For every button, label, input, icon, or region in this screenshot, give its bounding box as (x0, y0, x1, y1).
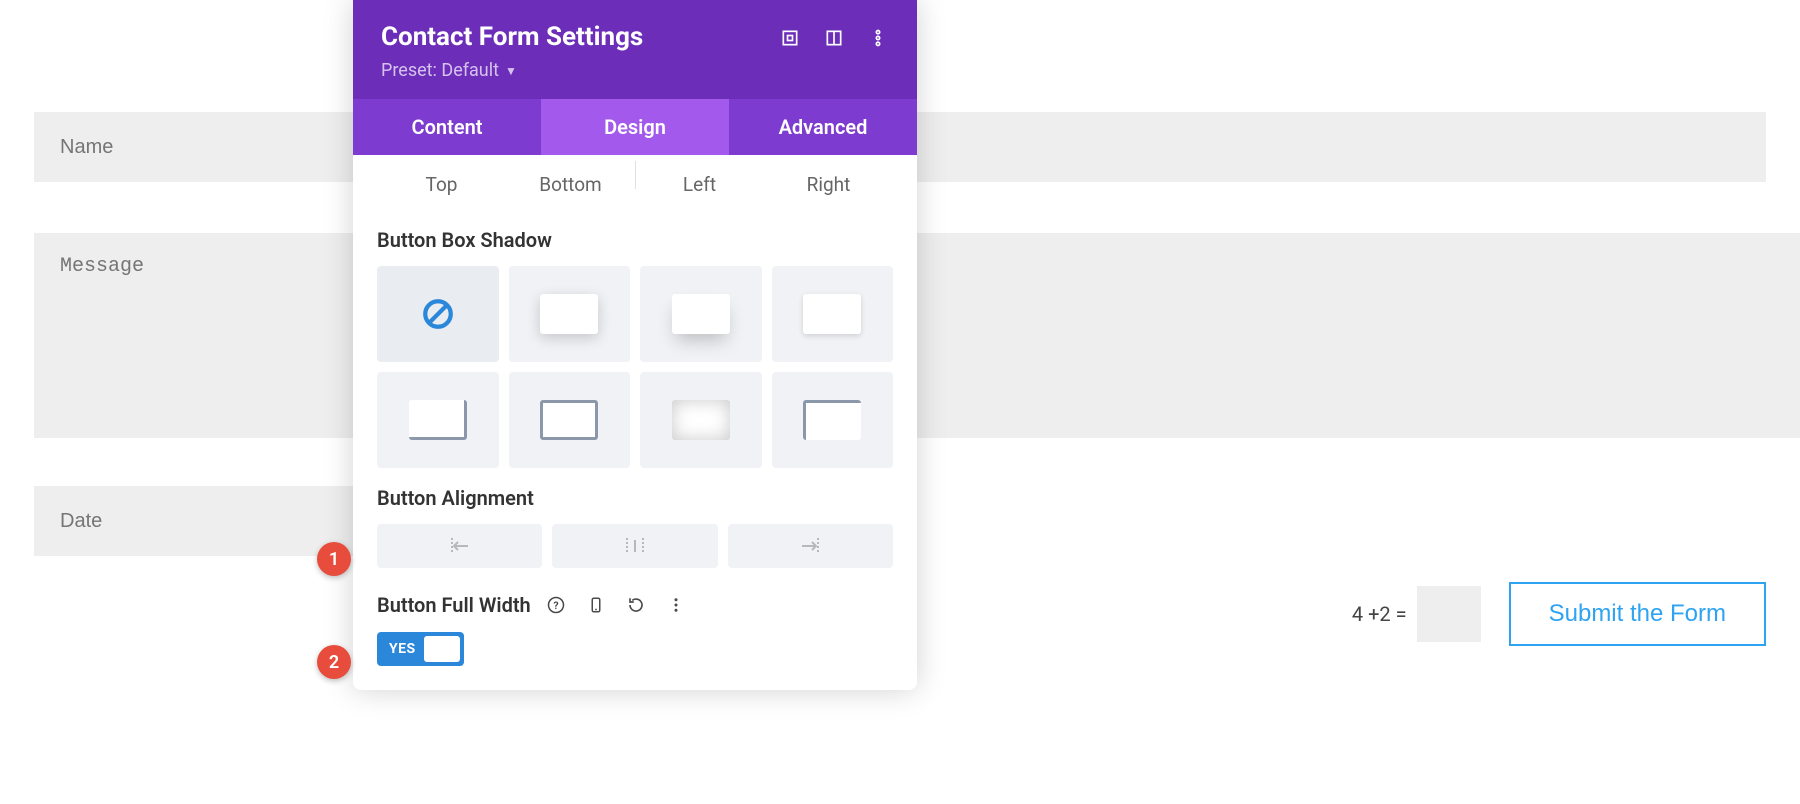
captcha-text: 4 +2 = (1352, 602, 1407, 626)
shadow-option-7[interactable] (772, 372, 894, 468)
panel-header: Contact Form Settings Preset: Default ▼ (353, 0, 917, 99)
shadow-option-3[interactable] (772, 266, 894, 362)
shadow-preview (803, 400, 861, 440)
settings-panel: Contact Form Settings Preset: Default ▼ … (353, 0, 917, 690)
no-shadow-icon (421, 297, 455, 331)
shadow-option-6[interactable] (640, 372, 762, 468)
submit-button[interactable]: Submit the Form (1509, 582, 1766, 646)
align-right-icon (790, 534, 830, 558)
align-center-icon (615, 534, 655, 558)
address-input[interactable] (798, 112, 1766, 182)
section-box-shadow-title: Button Box Shadow (377, 228, 893, 252)
spacing-right-label: Right (764, 173, 893, 196)
box-shadow-options (377, 266, 893, 468)
shadow-preview (672, 400, 730, 440)
more-vertical-icon[interactable] (661, 590, 691, 620)
captcha-input[interactable] (1417, 586, 1481, 642)
submit-row: 4 +2 = Submit the Form (1352, 582, 1766, 646)
panel-header-icons (779, 27, 889, 49)
align-right-button[interactable] (728, 524, 893, 568)
spacing-top-label: Top (377, 173, 506, 196)
align-left-button[interactable] (377, 524, 542, 568)
tab-advanced[interactable]: Advanced (729, 99, 917, 155)
shadow-option-2[interactable] (640, 266, 762, 362)
annotation-badge-1: 1 (317, 542, 351, 576)
shadow-option-1[interactable] (509, 266, 631, 362)
panel-body: Top Bottom Left Right Button Box Shadow … (353, 155, 917, 690)
alignment-options (377, 524, 893, 568)
panel-title: Contact Form Settings (381, 22, 643, 52)
align-center-button[interactable] (552, 524, 717, 568)
preset-dropdown[interactable]: Preset: Default ▼ (381, 60, 517, 99)
shadow-preview (672, 294, 730, 334)
panel-header-top: Contact Form Settings (381, 22, 889, 52)
more-icon[interactable] (867, 27, 889, 49)
expand-icon[interactable] (779, 27, 801, 49)
shadow-preview (540, 294, 598, 334)
full-width-toggle[interactable]: YES (377, 632, 464, 666)
message-textarea[interactable] (34, 233, 1800, 438)
shadow-preview (803, 294, 861, 334)
shadow-option-5[interactable] (509, 372, 631, 468)
shadow-option-none[interactable] (377, 266, 499, 362)
captcha: 4 +2 = (1352, 586, 1481, 642)
svg-text:?: ? (553, 599, 558, 612)
spacing-labels: Top Bottom Left Right (377, 167, 893, 210)
spacing-bottom-label: Bottom (506, 173, 635, 196)
reset-icon[interactable] (621, 590, 651, 620)
section-full-width-title: Button Full Width (377, 593, 531, 617)
full-width-label-row: Button Full Width ? (377, 590, 893, 620)
align-left-icon (440, 534, 480, 558)
shadow-preview (409, 400, 467, 440)
chevron-down-icon: ▼ (505, 64, 517, 78)
spacing-left-label: Left (635, 173, 764, 196)
mobile-icon[interactable] (581, 590, 611, 620)
shadow-option-4[interactable] (377, 372, 499, 468)
shadow-preview (540, 400, 598, 440)
tabs: Content Design Advanced (353, 99, 917, 155)
annotation-badge-2: 2 (317, 645, 351, 679)
panel-layout-icon[interactable] (823, 27, 845, 49)
help-icon[interactable]: ? (541, 590, 571, 620)
toggle-label: YES (389, 641, 416, 657)
section-alignment-title: Button Alignment (377, 486, 893, 510)
preset-label: Preset: Default (381, 60, 499, 81)
tab-design[interactable]: Design (541, 99, 729, 155)
toggle-knob (424, 636, 460, 662)
tab-content[interactable]: Content (353, 99, 541, 155)
